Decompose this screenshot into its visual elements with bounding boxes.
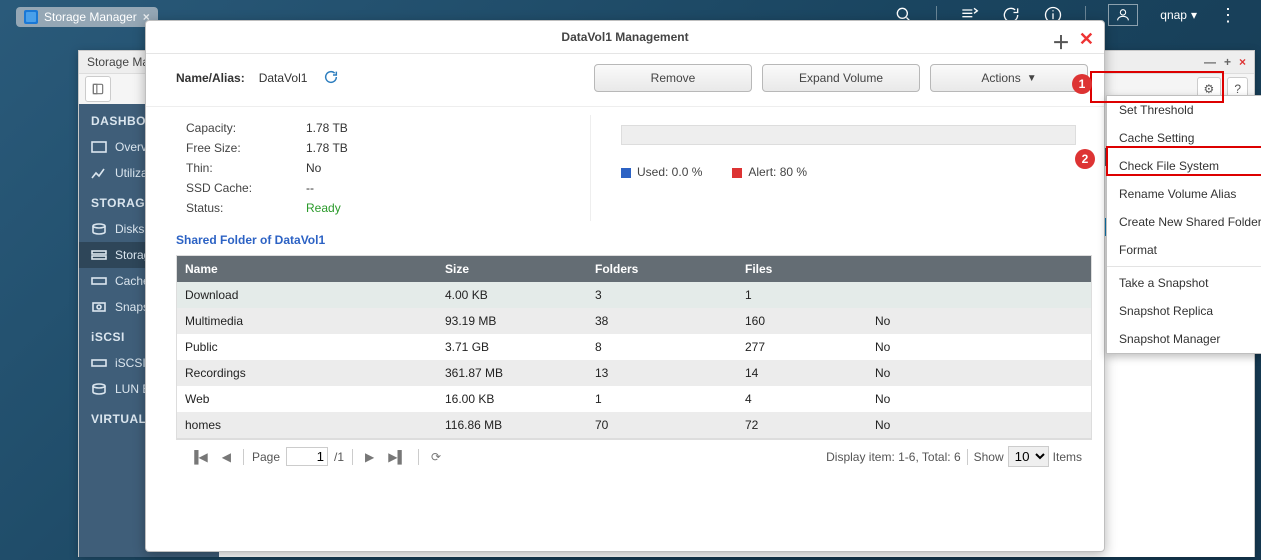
stat-value-status: Ready (306, 201, 341, 215)
volume-stats: Capacity:1.78 TB Free Size:1.78 TB Thin:… (186, 115, 566, 221)
col-extra[interactable] (867, 256, 1091, 282)
table-row[interactable]: Recordings 361.87 MB 13 14 No (177, 360, 1091, 386)
table-row[interactable]: Web 16.00 KB 1 4 No (177, 386, 1091, 412)
window-close[interactable]: × (1239, 51, 1246, 73)
menu-snapshot-replica[interactable]: Snapshot Replica (1107, 297, 1261, 325)
col-name[interactable]: Name (177, 256, 437, 282)
remove-button[interactable]: Remove (594, 64, 752, 92)
col-files[interactable]: Files (737, 256, 867, 282)
modal-close-icon[interactable]: ✕ (1079, 29, 1094, 50)
pager: ▐◀ ◀ Page /1 ▶ ▶▌ ⟳ Display item: 1-6, T… (176, 439, 1092, 473)
pager-show-select[interactable]: 10 (1008, 446, 1049, 467)
pager-items-label: Items (1053, 450, 1082, 464)
menu-check-file-system[interactable]: Check File System (1107, 152, 1261, 180)
name-alias-value: DataVol1 (259, 71, 308, 85)
more-menu-icon[interactable]: ⋮ (1219, 5, 1237, 26)
home-button[interactable] (85, 76, 111, 102)
pager-page-label: Page (252, 450, 280, 464)
table-row[interactable]: Public 3.71 GB 8 277 No (177, 334, 1091, 360)
shared-folder-header[interactable]: Shared Folder of DataVol1 (146, 221, 1104, 255)
stat-label: Free Size: (186, 141, 306, 155)
pager-page-total: /1 (334, 450, 344, 464)
user-avatar-icon[interactable] (1108, 4, 1138, 26)
app-tab-title: Storage Manager (44, 10, 137, 24)
stat-value: No (306, 161, 321, 175)
menu-rename-alias[interactable]: Rename Volume Alias (1107, 180, 1261, 208)
stat-label: Thin: (186, 161, 306, 175)
pager-last[interactable]: ▶▌ (384, 450, 410, 464)
col-folders[interactable]: Folders (587, 256, 737, 282)
usage-bar (621, 125, 1076, 145)
user-name: qnap (1160, 8, 1187, 22)
stat-value: 1.78 TB (306, 141, 348, 155)
pager-display: Display item: 1-6, Total: 6 (826, 450, 961, 464)
menu-format[interactable]: Format (1107, 236, 1261, 264)
user-menu[interactable]: qnap ▾ (1160, 8, 1197, 22)
table-row[interactable]: Download 4.00 KB 3 1 (177, 282, 1091, 308)
pager-refresh[interactable]: ⟳ (427, 450, 445, 464)
chevron-down-icon: ▾ (1191, 8, 1197, 22)
table-row[interactable]: homes 116.86 MB 70 72 No (177, 412, 1091, 438)
menu-set-threshold[interactable]: Set Threshold (1107, 96, 1261, 124)
pager-next[interactable]: ▶ (361, 450, 378, 464)
window-minimize[interactable]: — (1204, 51, 1216, 73)
menu-take-snapshot[interactable]: Take a Snapshot (1107, 269, 1261, 297)
table-row[interactable]: Multimedia 93.19 MB 38 160 No (177, 308, 1091, 334)
window-maximize[interactable]: + (1224, 51, 1231, 73)
modal-title: DataVol1 Management (561, 30, 688, 44)
pager-first[interactable]: ▐◀ (186, 450, 212, 464)
legend-used: Used: 0.0 % (621, 165, 702, 179)
expand-volume-button[interactable]: Expand Volume (762, 64, 920, 92)
storage-manager-icon (24, 10, 38, 24)
pager-prev[interactable]: ◀ (218, 450, 235, 464)
refresh-icon[interactable] (323, 69, 339, 88)
actions-button[interactable]: Actions ▼ (930, 64, 1088, 92)
stat-label: Status: (186, 201, 306, 215)
pager-page-input[interactable] (286, 447, 328, 466)
name-alias-label: Name/Alias: (176, 71, 245, 85)
volume-management-modal: DataVol1 Management ＋ ✕ Name/Alias: Data… (145, 20, 1105, 552)
stat-value: -- (306, 181, 314, 195)
stat-label: SSD Cache: (186, 181, 306, 195)
shared-folder-table: Name Size Folders Files Download 4.00 KB… (176, 255, 1092, 439)
pager-show-label: Show (974, 450, 1004, 464)
chevron-down-icon: ▼ (1027, 73, 1037, 84)
stat-value: 1.78 TB (306, 121, 348, 135)
table-header: Name Size Folders Files (177, 256, 1091, 282)
legend-alert: Alert: 80 % (732, 165, 807, 179)
actions-menu: Set Threshold Cache Setting Check File S… (1106, 95, 1261, 354)
col-size[interactable]: Size (437, 256, 587, 282)
menu-create-shared[interactable]: Create New Shared Folder (1107, 208, 1261, 236)
menu-snapshot-manager[interactable]: Snapshot Manager (1107, 325, 1261, 353)
modal-add-icon[interactable]: ＋ (1052, 29, 1070, 55)
usage-panel: Used: 0.0 % Alert: 80 % (590, 115, 1074, 221)
app-tab-storage-manager[interactable]: Storage Manager × (16, 7, 158, 27)
menu-cache-setting[interactable]: Cache Setting (1107, 124, 1261, 152)
stat-label: Capacity: (186, 121, 306, 135)
